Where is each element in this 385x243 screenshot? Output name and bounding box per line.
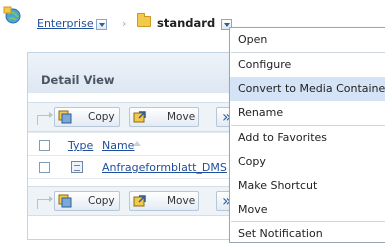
copy-button[interactable]: Copy [54, 191, 120, 211]
menu-item-convert-to-media-container[interactable]: Convert to Media Container [230, 77, 385, 101]
file-name-link[interactable]: Anfrageformblatt_DMS [102, 161, 227, 174]
menu-item-add-to-favorites[interactable]: Add to Favorites [230, 126, 385, 150]
column-header-name[interactable]: Name [102, 139, 134, 152]
copy-icon [58, 110, 72, 124]
menu-item-label: Configure [238, 58, 292, 71]
column-header-type[interactable]: Type [68, 139, 93, 152]
menu-item-label: Rename [238, 106, 284, 119]
menu-item-label: Copy [238, 155, 266, 168]
move-button[interactable]: Move [129, 191, 199, 211]
breadcrumb-enterprise-link[interactable]: Enterprise [37, 17, 94, 31]
menu-item-label: Open [238, 33, 268, 46]
menu-item-copy[interactable]: Copy [230, 150, 385, 174]
panel-title: Detail View [41, 73, 115, 87]
enterprise-dropdown-button[interactable] [96, 19, 107, 30]
menu-item-open[interactable]: Open [230, 28, 385, 52]
menu-item-rename[interactable]: Rename [230, 101, 385, 125]
copy-button-label: Copy [88, 195, 115, 207]
document-icon [71, 161, 83, 173]
menu-item-configure[interactable]: Configure [230, 53, 385, 77]
menu-item-label: Set Notification [238, 227, 323, 240]
folder-icon [137, 13, 151, 27]
share-icon [37, 112, 53, 125]
menu-item-label: Move [238, 203, 268, 216]
share-icon [37, 196, 53, 209]
enterprise-icon [3, 6, 21, 24]
breadcrumb: Enterprise › standard [0, 0, 232, 40]
menu-item-move[interactable]: Move [230, 198, 385, 222]
move-button-label: Move [167, 111, 196, 123]
move-button-label: Move [167, 195, 196, 207]
menu-item-label: Make Shortcut [238, 179, 318, 192]
select-all-checkbox[interactable] [39, 140, 50, 151]
move-button[interactable]: Move [129, 107, 199, 127]
menu-item-make-shortcut[interactable]: Make Shortcut [230, 174, 385, 198]
menu-item-label: Convert to Media Container [238, 82, 385, 95]
menu-item-set-notification[interactable]: Set Notification [230, 222, 385, 243]
copy-button[interactable]: Copy [54, 107, 120, 127]
copy-icon [58, 194, 72, 208]
sort-ascending-icon [133, 141, 141, 146]
move-icon [133, 195, 146, 207]
breadcrumb-current-folder: standard [157, 16, 216, 30]
breadcrumb-separator-icon: › [122, 17, 127, 30]
move-icon [133, 111, 146, 123]
copy-button-label: Copy [88, 111, 115, 123]
row-checkbox[interactable] [39, 162, 50, 173]
menu-item-label: Add to Favorites [238, 131, 328, 144]
